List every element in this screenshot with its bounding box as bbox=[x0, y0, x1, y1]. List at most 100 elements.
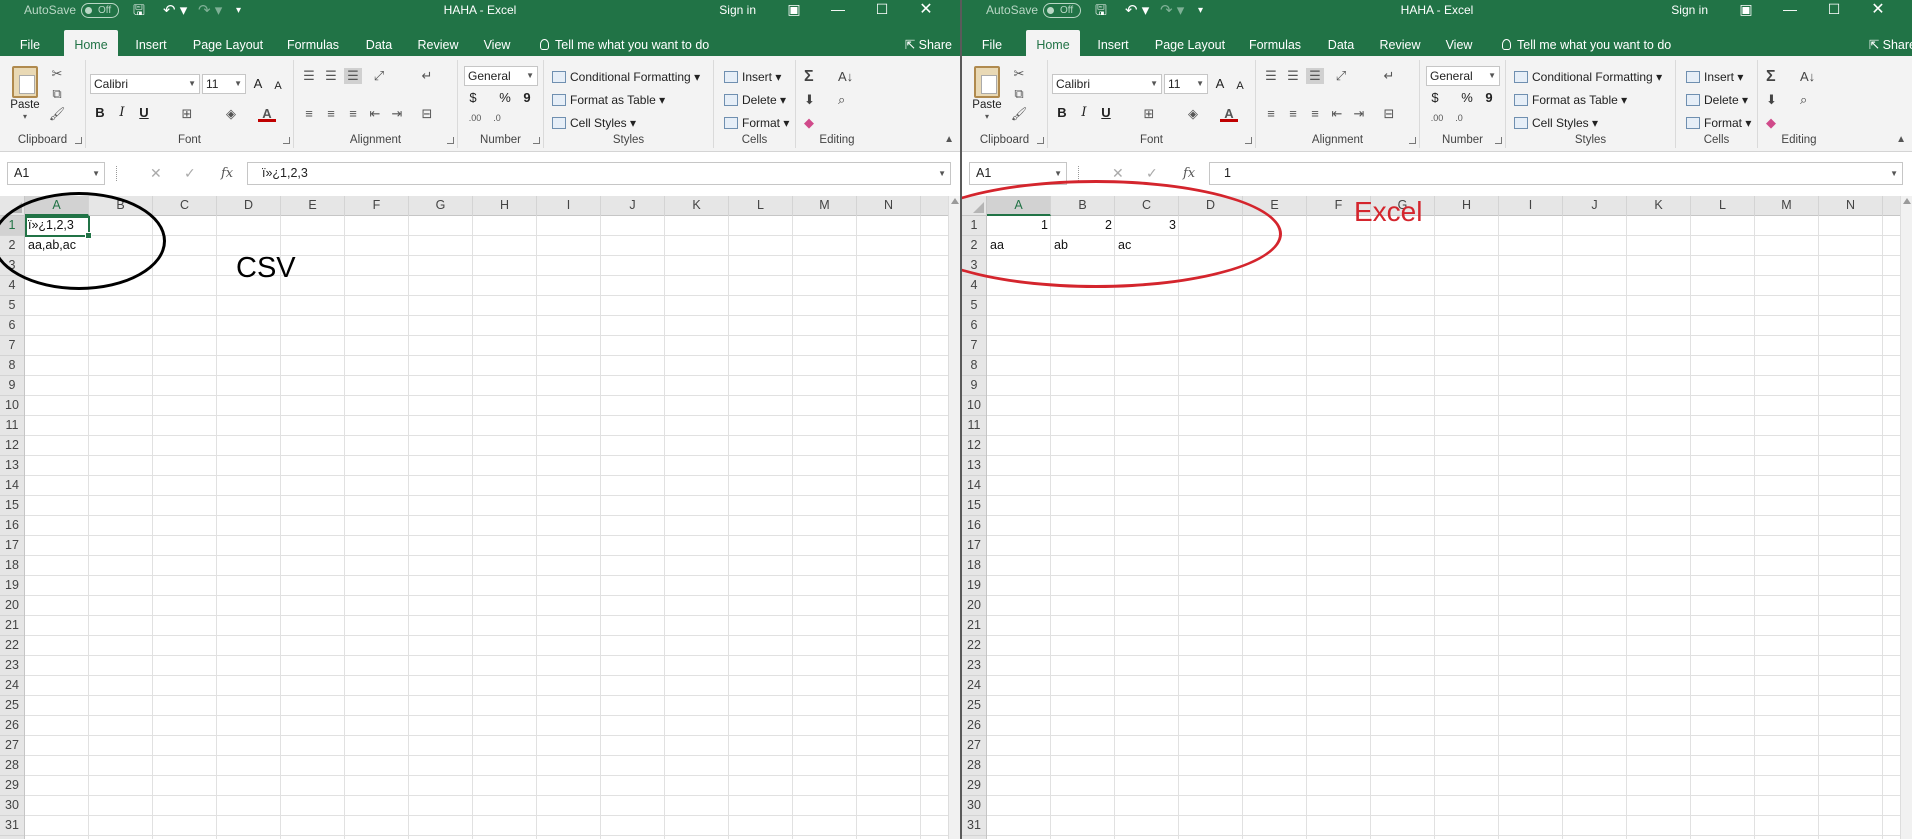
insert-cells-button[interactable]: Insert ▾ bbox=[724, 67, 781, 87]
borders-icon[interactable]: ⊞ bbox=[1140, 106, 1158, 122]
name-box[interactable]: A1 ▼ bbox=[969, 162, 1067, 185]
row-header-18[interactable]: 18 bbox=[962, 556, 986, 576]
column-header-b[interactable]: B bbox=[89, 196, 153, 216]
align-center-icon[interactable]: ≡ bbox=[322, 106, 340, 122]
paste-button[interactable]: Paste ▾ bbox=[968, 64, 1006, 126]
row-header-24[interactable]: 24 bbox=[962, 676, 986, 696]
row-header-19[interactable]: 19 bbox=[0, 576, 24, 596]
maximize-icon[interactable]: ☐ bbox=[1812, 0, 1856, 17]
align-top-icon[interactable]: ☰ bbox=[1262, 68, 1280, 84]
column-header-j[interactable]: J bbox=[1563, 196, 1627, 216]
row-header-28[interactable]: 28 bbox=[962, 756, 986, 776]
column-header-i[interactable]: I bbox=[537, 196, 601, 216]
row-header-8[interactable]: 8 bbox=[0, 356, 24, 376]
sign-in-link[interactable]: Sign in bbox=[719, 2, 756, 19]
column-header-b[interactable]: B bbox=[1051, 196, 1115, 216]
active-cell-selection[interactable] bbox=[25, 216, 92, 239]
insert-function-icon[interactable]: fx bbox=[1183, 162, 1195, 185]
row-header-13[interactable]: 13 bbox=[962, 456, 986, 476]
row-header-12[interactable]: 12 bbox=[962, 436, 986, 456]
increase-indent-icon[interactable]: ⇥ bbox=[388, 106, 406, 122]
increase-decimal-icon[interactable]: .00 bbox=[466, 110, 484, 126]
row-header-19[interactable]: 19 bbox=[962, 576, 986, 596]
merge-center-icon[interactable]: ⊟ bbox=[1380, 106, 1398, 122]
minimize-icon[interactable]: — bbox=[816, 0, 860, 17]
font-name-combo[interactable]: Calibri ▼ bbox=[1052, 74, 1162, 94]
fill-icon[interactable]: ⬇ bbox=[1766, 90, 1777, 110]
row-header-11[interactable]: 11 bbox=[0, 416, 24, 436]
align-right-icon[interactable]: ≡ bbox=[344, 106, 362, 122]
row-header-10[interactable]: 10 bbox=[962, 396, 986, 416]
row-header-11[interactable]: 11 bbox=[962, 416, 986, 436]
font-color-icon[interactable]: A bbox=[258, 106, 276, 122]
find-select-icon[interactable]: ⌕ bbox=[838, 90, 845, 110]
column-header-e[interactable]: E bbox=[281, 196, 345, 216]
row-header-7[interactable]: 7 bbox=[0, 336, 24, 356]
format-cells-button[interactable]: Format ▾ bbox=[724, 113, 789, 133]
format-painter-icon[interactable]: 🖌 bbox=[1010, 106, 1028, 122]
autosum-icon[interactable]: Σ bbox=[1766, 67, 1776, 87]
row-header-16[interactable]: 16 bbox=[0, 516, 24, 536]
row-header-9[interactable]: 9 bbox=[962, 376, 986, 396]
align-middle-icon[interactable]: ☰ bbox=[322, 68, 340, 84]
clear-icon[interactable]: ◆ bbox=[1766, 113, 1776, 133]
italic-button[interactable]: I bbox=[114, 103, 130, 123]
cell-A2[interactable]: aa,ab,ac bbox=[25, 236, 89, 256]
number-format-combo[interactable]: General ▼ bbox=[1426, 66, 1500, 86]
cell-C2[interactable]: ac bbox=[1115, 236, 1179, 256]
formula-input[interactable]: 1 ▼ bbox=[1209, 162, 1903, 185]
comma-style-button[interactable]: 9 bbox=[1482, 88, 1496, 108]
row-header-2[interactable]: 2 bbox=[962, 236, 986, 256]
sort-filter-icon[interactable]: A↓ bbox=[1800, 67, 1815, 87]
shrink-font-button[interactable]: A bbox=[270, 76, 286, 96]
dialog-launcher-icon[interactable] bbox=[447, 137, 454, 144]
minimize-icon[interactable]: — bbox=[1768, 0, 1812, 17]
delete-cells-button[interactable]: Delete ▾ bbox=[1686, 90, 1748, 110]
row-header-15[interactable]: 15 bbox=[0, 496, 24, 516]
increase-decimal-icon[interactable]: .00 bbox=[1428, 110, 1446, 126]
row-header-17[interactable]: 17 bbox=[0, 536, 24, 556]
row-header-1[interactable]: 1 bbox=[962, 216, 986, 236]
row-header-4[interactable]: 4 bbox=[962, 276, 986, 296]
row-header-25[interactable]: 25 bbox=[0, 696, 24, 716]
row-header-28[interactable]: 28 bbox=[0, 756, 24, 776]
vertical-scrollbar[interactable] bbox=[948, 196, 960, 839]
row-header-27[interactable]: 27 bbox=[0, 736, 24, 756]
row-header-23[interactable]: 23 bbox=[0, 656, 24, 676]
formula-bar-splitter[interactable] bbox=[1078, 166, 1082, 181]
fill-icon[interactable]: ⬇ bbox=[804, 90, 815, 110]
close-icon[interactable]: ✕ bbox=[1856, 0, 1900, 18]
enter-icon[interactable]: ✓ bbox=[1146, 162, 1158, 185]
cell-styles-button[interactable]: Cell Styles ▾ bbox=[1514, 113, 1598, 133]
column-header-d[interactable]: D bbox=[1179, 196, 1243, 216]
align-left-icon[interactable]: ≡ bbox=[300, 106, 318, 122]
format-as-table-button[interactable]: Format as Table ▾ bbox=[552, 90, 665, 110]
column-header-n[interactable]: N bbox=[857, 196, 921, 216]
bold-button[interactable]: B bbox=[1054, 103, 1070, 123]
format-as-table-button[interactable]: Format as Table ▾ bbox=[1514, 90, 1627, 110]
row-header-22[interactable]: 22 bbox=[0, 636, 24, 656]
align-right-icon[interactable]: ≡ bbox=[1306, 106, 1324, 122]
font-size-combo[interactable]: 11 ▼ bbox=[202, 74, 246, 94]
increase-indent-icon[interactable]: ⇥ bbox=[1350, 106, 1368, 122]
column-header-a[interactable]: A bbox=[25, 196, 89, 216]
row-header-30[interactable]: 30 bbox=[0, 796, 24, 816]
column-header-f[interactable]: F bbox=[1307, 196, 1371, 216]
collapse-ribbon-icon[interactable]: ▲ bbox=[1896, 134, 1906, 145]
orientation-icon[interactable]: ⤢ bbox=[370, 68, 388, 84]
column-header-a[interactable]: A bbox=[987, 196, 1051, 216]
row-header-5[interactable]: 5 bbox=[0, 296, 24, 316]
name-box[interactable]: A1 ▼ bbox=[7, 162, 105, 185]
align-bottom-icon[interactable]: ☰ bbox=[344, 68, 362, 84]
column-header-c[interactable]: C bbox=[153, 196, 217, 216]
expand-formula-bar-icon[interactable]: ▼ bbox=[1890, 163, 1898, 184]
row-header-5[interactable]: 5 bbox=[962, 296, 986, 316]
vertical-scrollbar[interactable] bbox=[1900, 196, 1912, 839]
row-header-17[interactable]: 17 bbox=[962, 536, 986, 556]
row-header-20[interactable]: 20 bbox=[0, 596, 24, 616]
number-format-combo[interactable]: General ▼ bbox=[464, 66, 538, 86]
sort-filter-icon[interactable]: A↓ bbox=[838, 67, 853, 87]
cell-B1[interactable]: 2 bbox=[1051, 216, 1115, 236]
row-header-6[interactable]: 6 bbox=[0, 316, 24, 336]
ribbon-display-icon[interactable]: ▣ bbox=[1724, 0, 1768, 17]
